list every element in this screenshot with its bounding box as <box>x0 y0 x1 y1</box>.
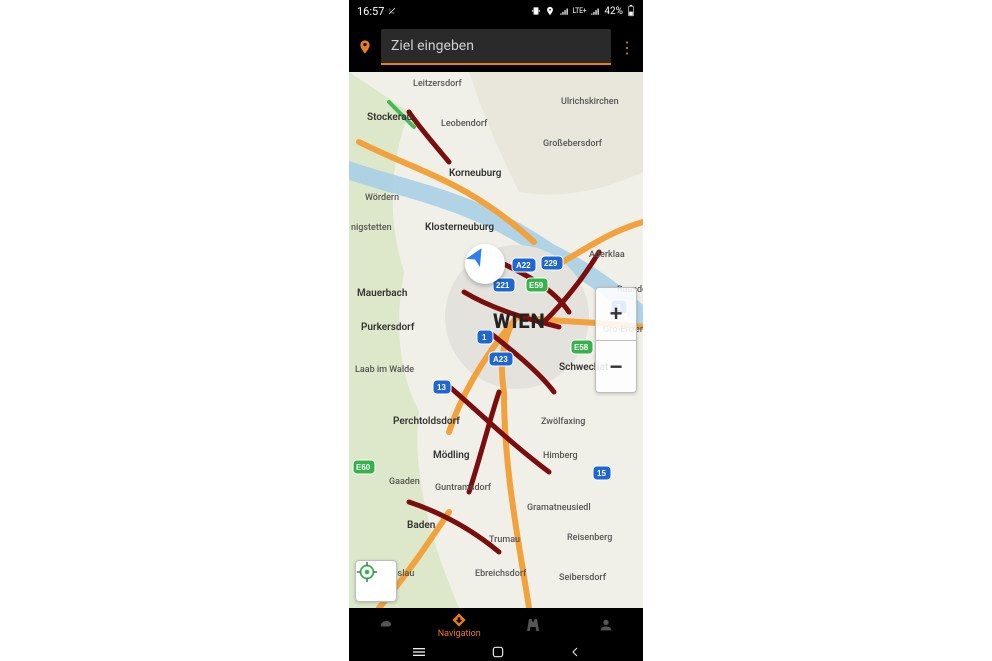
label-gaaden: Gaaden <box>389 477 420 487</box>
home-button[interactable] <box>491 645 505 659</box>
label-aderklaa: Aderklaa <box>589 250 625 260</box>
status-time: 16:57 <box>357 5 384 18</box>
label-trumau: Trumau <box>489 535 520 545</box>
label-wien: WIEN <box>493 309 546 333</box>
back-icon <box>569 645 581 659</box>
android-nav-bar <box>349 642 643 661</box>
label-leitzersdorf: Leitzersdorf <box>413 79 462 89</box>
zoom-controls: + − <box>595 287 637 393</box>
label-guntramsdorf: Guntramsdorf <box>435 483 492 493</box>
back-button[interactable] <box>569 645 581 659</box>
label-grossebersdorf: Großebersdorf <box>543 139 603 149</box>
shield-15: 15 <box>593 466 611 480</box>
svg-text:E60: E60 <box>356 463 371 472</box>
label-klosterneuburg: Klosterneuburg <box>425 222 494 233</box>
nav-tab-label: Navigation <box>438 630 481 639</box>
label-baden: Baden <box>407 520 436 531</box>
crosshair-icon <box>356 561 378 583</box>
shield-a22: A22 <box>512 258 536 272</box>
shield-a23: A23 <box>489 352 513 366</box>
svg-text:A23: A23 <box>493 355 508 364</box>
label-ulrichskirchen: Ulrichskirchen <box>561 97 619 107</box>
signal-bars-icon <box>590 6 600 16</box>
label-woerdern: Wördern <box>365 193 399 203</box>
map-canvas[interactable]: Leitzersdorf Stockerau Leobendorf Ulrich… <box>349 72 643 608</box>
search-header: Ziel eingeben ⋮ <box>349 22 643 72</box>
statusbar: 16:57 LTE+ 42% <box>349 0 643 22</box>
nav-tab-helmet[interactable] <box>349 617 423 633</box>
nav-tab-navigation[interactable]: Navigation <box>423 612 497 639</box>
svg-text:13: 13 <box>437 383 446 392</box>
shield-e58: E58 <box>571 340 593 354</box>
label-nigstetten: nigstetten <box>351 223 392 233</box>
location-icon <box>545 6 555 16</box>
svg-text:15: 15 <box>597 469 606 478</box>
phone-frame: 16:57 LTE+ 42% <box>349 0 643 661</box>
status-network: LTE+ <box>573 7 587 15</box>
label-perchtoldsdorf: Perchtoldsdorf <box>393 416 460 427</box>
destination-placeholder: Ziel eingeben <box>391 38 474 54</box>
navigation-arrow-icon <box>465 244 489 268</box>
profile-icon <box>598 617 614 633</box>
recents-icon <box>411 646 427 658</box>
status-battery: 42% <box>604 6 623 17</box>
locate-me-button[interactable] <box>355 560 397 602</box>
shield-229: 229 <box>541 256 563 270</box>
pin-icon <box>355 37 375 57</box>
kebab-icon: ⋮ <box>619 38 635 57</box>
recents-button[interactable] <box>411 646 427 658</box>
zoom-in-button[interactable]: + <box>596 288 636 340</box>
label-reisenberg: Reisenberg <box>567 533 612 543</box>
nav-tab-road[interactable] <box>496 617 570 633</box>
shield-1: 1 <box>477 330 493 344</box>
label-purkersdorf: Purkersdorf <box>361 322 415 333</box>
label-ebreichsdorf: Ebreichsdorf <box>475 569 527 579</box>
label-zwoelfaxing: Zwölfaxing <box>541 417 585 427</box>
vibrate-icon <box>531 6 541 16</box>
label-stockerau: Stockerau <box>367 112 413 123</box>
label-himberg: Himberg <box>543 451 578 461</box>
label-laab: Laab im Walde <box>355 365 414 375</box>
svg-text:1: 1 <box>482 333 487 342</box>
turn-icon <box>451 612 467 628</box>
shield-e59: E59 <box>526 278 548 292</box>
label-korneuburg: Korneuburg <box>449 168 502 179</box>
svg-text:E59: E59 <box>529 281 544 290</box>
heading-marker <box>465 244 505 284</box>
shield-e60: E60 <box>353 460 375 474</box>
zoom-out-button[interactable]: − <box>596 340 636 392</box>
label-moedling: Mödling <box>433 450 470 461</box>
label-leobendorf: Leobendorf <box>441 119 488 129</box>
nav-tab-profile[interactable] <box>570 617 644 633</box>
battery-icon <box>627 5 635 17</box>
label-gramatneusiedl: Gramatneusiedl <box>527 503 591 513</box>
bottom-nav: Navigation <box>349 608 643 642</box>
home-icon <box>491 645 505 659</box>
destination-input[interactable]: Ziel eingeben <box>381 29 611 65</box>
label-mauerbach: Mauerbach <box>357 288 408 299</box>
shield-13: 13 <box>433 380 451 394</box>
more-button[interactable]: ⋮ <box>617 38 637 57</box>
svg-text:221: 221 <box>496 281 510 290</box>
svg-text:229: 229 <box>544 259 558 268</box>
svg-text:E58: E58 <box>574 343 589 352</box>
phone-off-icon <box>388 7 396 15</box>
svg-text:A22: A22 <box>516 261 531 270</box>
road-icon <box>525 617 541 633</box>
helmet-icon <box>378 617 394 633</box>
label-seibersdorf: Seibersdorf <box>559 573 607 583</box>
signal-bars-icon <box>559 6 569 16</box>
